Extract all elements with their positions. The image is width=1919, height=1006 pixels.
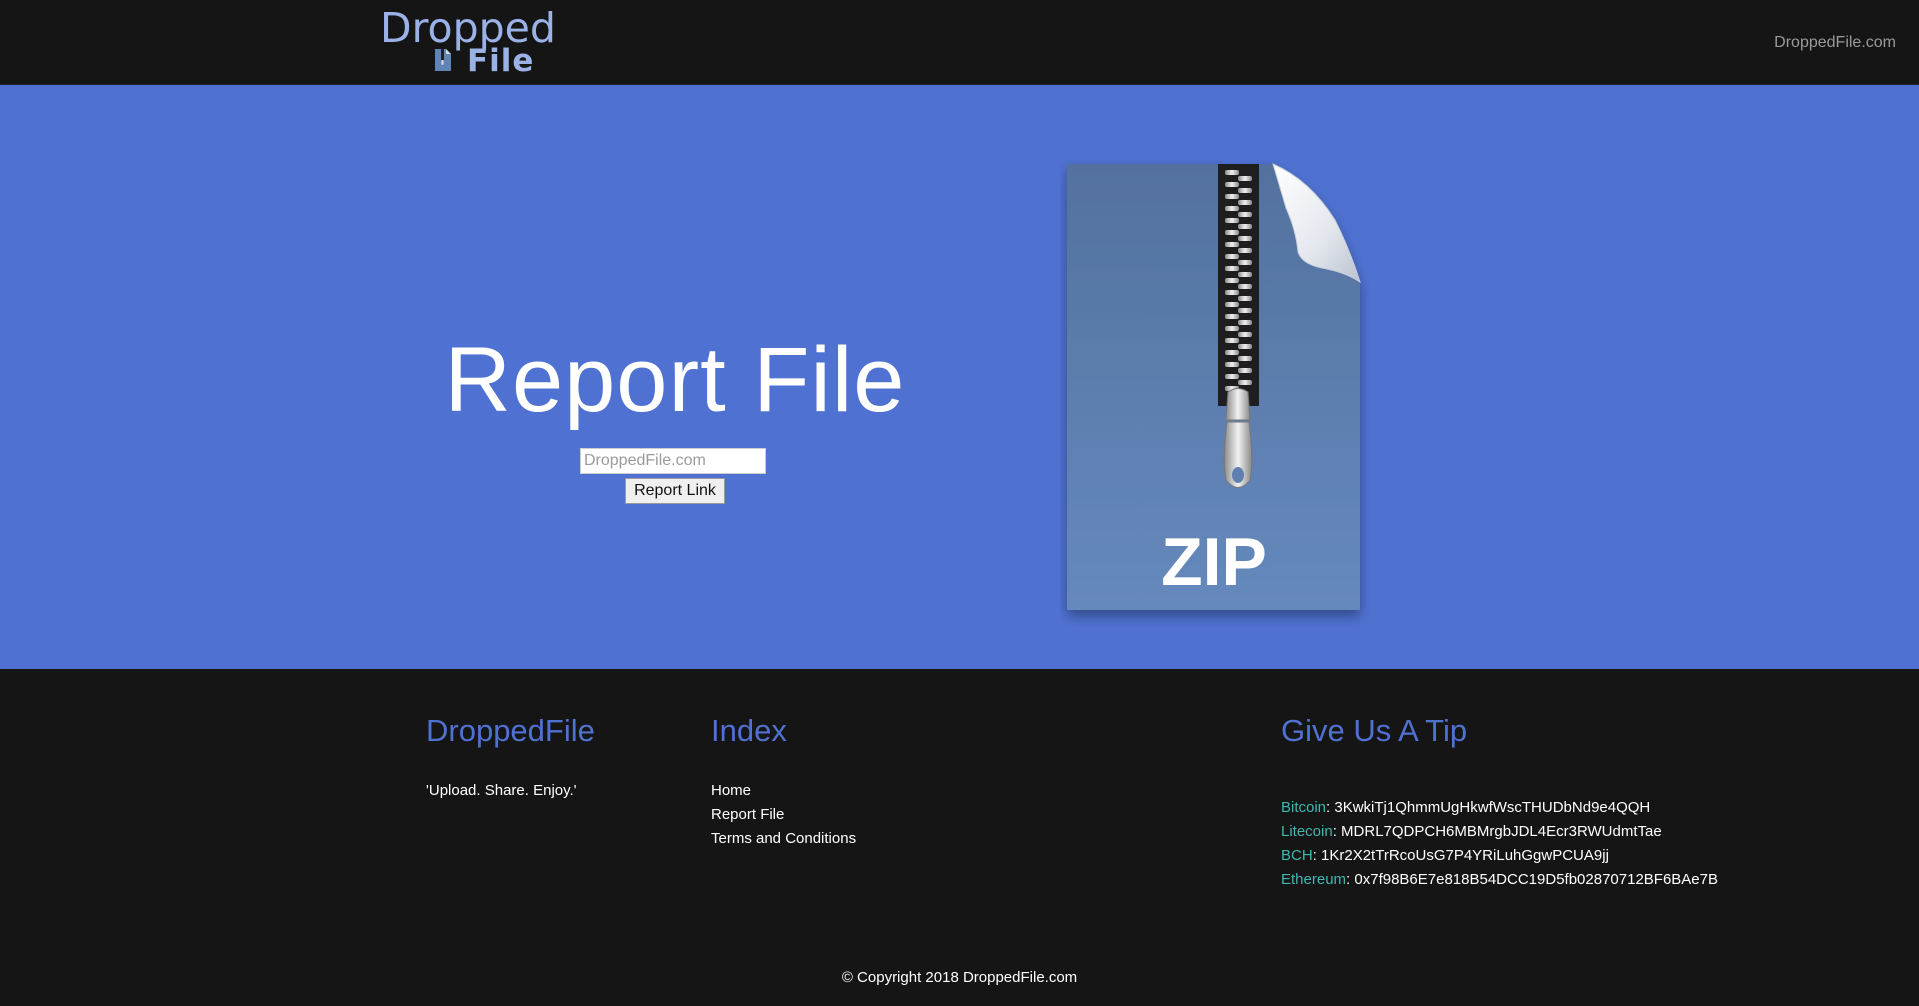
- coin-name: Ethereum: [1281, 871, 1347, 888]
- tip-bch: BCH: 1Kr2X2tTrRcoUsG7P4YRiLuhGgwPCUA9jj: [1281, 847, 1609, 864]
- tip-addresses: Bitcoin: 3KwkiTj1QhmmUgHkwfWscTHUDbNd9e4…: [1281, 796, 1718, 892]
- tip-litecoin: Litecoin: MDRL7QDPCH6MBMrgbJDL4Ecr3RWUdm…: [1281, 823, 1662, 840]
- index-links: Home Report File Terms and Conditions: [711, 779, 856, 851]
- site-home-link[interactable]: DroppedFile.com: [1774, 34, 1896, 52]
- coin-name: Litecoin: [1281, 823, 1333, 840]
- logo-line-2: File: [467, 43, 535, 79]
- index-heading: Index: [711, 713, 787, 748]
- logo[interactable]: Dropped File: [380, 6, 556, 79]
- coin-name: Bitcoin: [1281, 799, 1327, 816]
- tip-bitcoin: Bitcoin: 3KwkiTj1QhmmUgHkwfWscTHUDbNd9e4…: [1281, 799, 1651, 816]
- footer-link-report-file-text[interactable]: Report File: [711, 806, 784, 823]
- page-title: Report File: [444, 329, 906, 431]
- coin-address: 1Kr2X2tTrRcoUsG7P4YRiLuhGgwPCUA9jj: [1321, 847, 1609, 864]
- coin-address: 3KwkiTj1QhmmUgHkwfWscTHUDbNd9e4QQH: [1334, 799, 1651, 816]
- report-link-button[interactable]: Report Link: [625, 478, 725, 504]
- file-url-input[interactable]: [580, 448, 766, 474]
- coin-address: MDRL7QDPCH6MBMrgbJDL4Ecr3RWUdmtTae: [1341, 823, 1662, 840]
- footer-link-report-file[interactable]: Report File: [711, 803, 856, 827]
- coin-name: BCH: [1281, 847, 1313, 864]
- about-heading: DroppedFile: [426, 713, 595, 748]
- hero-section: Report File Report Link: [0, 85, 1919, 669]
- site-footer: DroppedFile 'Upload. Share. Enjoy.' Inde…: [0, 669, 1919, 1006]
- footer-link-terms[interactable]: Terms and Conditions: [711, 827, 856, 851]
- footer-link-terms-text[interactable]: Terms and Conditions: [711, 830, 856, 847]
- zip-file-icon: [435, 49, 451, 71]
- tip-ethereum: Ethereum: 0x7f98B6E7e818B54DCC19D5fb0287…: [1281, 871, 1718, 888]
- copyright: © Copyright 2018 DroppedFile.com: [841, 969, 1078, 986]
- tips-heading: Give Us A Tip: [1281, 713, 1468, 748]
- coin-address: 0x7f98B6E7e818B54DCC19D5fb02870712BF6BAe…: [1354, 871, 1718, 888]
- zip-label: ZIP: [1161, 524, 1267, 600]
- footer-link-home[interactable]: Home: [711, 779, 856, 803]
- tagline: 'Upload. Share. Enjoy.': [426, 782, 577, 799]
- zip-archive-icon: ZIP: [1067, 163, 1361, 610]
- site-header: Dropped File DroppedFile.com: [0, 0, 1919, 85]
- footer-link-home-text[interactable]: Home: [711, 782, 751, 799]
